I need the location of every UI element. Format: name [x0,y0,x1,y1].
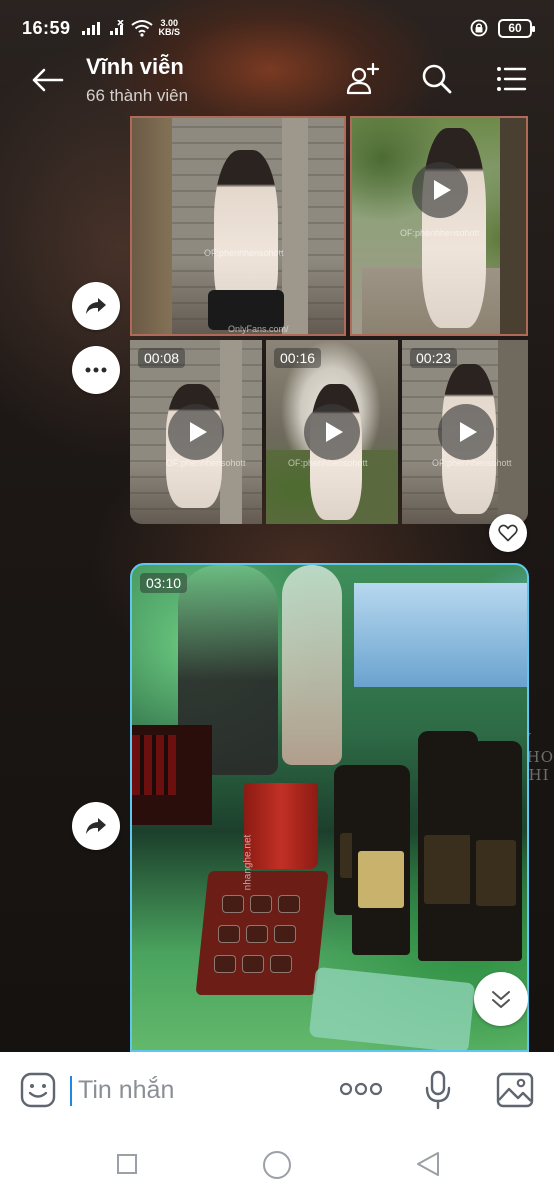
more-horizontal-icon[interactable] [340,1082,382,1096]
watermark: OF:phenhhensohott [400,228,480,238]
watermark: OF:phenhhensohott [432,458,512,468]
status-bar: 16:59 3.00 KB/S 60 [0,0,554,56]
home-icon[interactable] [262,1150,292,1180]
system-navigation-bar [0,1128,554,1200]
play-button[interactable] [412,162,468,218]
side-watermark: nhanghe.net [242,834,254,891]
message-input[interactable]: Tin nhắn [78,1076,174,1105]
play-button[interactable] [438,404,494,460]
lock-rotation-icon [470,19,488,37]
video-duration: 03:10 [140,573,188,593]
group-title[interactable]: Vĩnh viễn [86,54,184,80]
text-caret [70,1076,72,1106]
more-options-button[interactable] [72,346,120,394]
watermark: OF:phenhhensohott [288,458,368,468]
message-input-bar: Tin nhắn [0,1052,554,1128]
double-chevron-down-icon [492,991,510,1008]
play-icon [190,422,207,442]
forward-button[interactable] [72,282,120,330]
play-button[interactable] [304,404,360,460]
back-nav-icon[interactable] [414,1150,442,1178]
play-icon [326,422,343,442]
video-duration: 00:08 [138,348,186,368]
menu-icon[interactable] [494,62,528,96]
watermark: OF:phenhhensohott [204,248,284,258]
emoji-sticker-icon[interactable] [20,1072,56,1108]
watermark: OF:phenhhensohott [166,458,246,468]
site-watermark: OnlyFans.com/ [228,324,289,334]
microphone-icon[interactable] [424,1070,452,1110]
recents-icon[interactable] [116,1153,138,1175]
member-count[interactable]: 66 thành viên [86,86,188,106]
album-video-3[interactable]: 00:16 OF:phenhhensohott [266,340,398,524]
image-gallery-icon[interactable] [496,1072,534,1108]
video-duration: 00:23 [410,348,458,368]
album-video-2[interactable]: 00:08 OF:phenhhensohott [130,340,262,524]
video-message[interactable]: nhanghe.net 03:10 [130,563,529,1052]
search-icon[interactable] [420,62,454,96]
forward-icon [86,298,106,314]
scroll-to-bottom-button[interactable] [474,972,528,1026]
signal-icon [81,22,100,35]
network-speed: 3.00 KB/S [158,18,181,37]
play-button[interactable] [168,404,224,460]
album-photo-1[interactable]: OF:phenhhensohott OnlyFans.com/ [130,116,346,336]
video-duration: 00:16 [274,348,322,368]
forward-icon [86,818,106,834]
no-signal-icon [109,20,124,35]
more-dots-icon [85,367,107,373]
album-video-1[interactable]: OF:phenhhensohott [350,116,528,336]
heart-icon [498,524,518,542]
wifi-icon [130,20,153,37]
battery-indicator: 60 [498,18,535,38]
add-member-icon[interactable] [346,62,380,96]
play-icon [460,422,477,442]
album-video-4[interactable]: 00:23 OF:phenhhensohott [402,340,528,524]
play-icon [434,180,451,200]
status-time: 16:59 [22,17,71,38]
reaction-button[interactable] [489,514,527,552]
forward-button[interactable] [72,802,120,850]
back-arrow-icon[interactable] [30,64,66,96]
chat-header: Vĩnh viễn 66 thành viên [0,50,554,114]
